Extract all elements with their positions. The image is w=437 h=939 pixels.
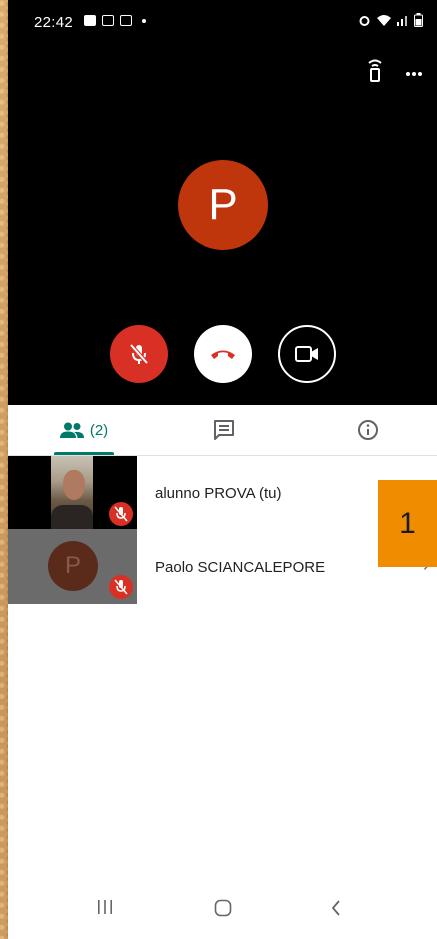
- status-notification-icons: [84, 15, 146, 26]
- dot-icon: [142, 18, 146, 23]
- participant-avatar: P: [48, 541, 98, 591]
- recent-apps-icon[interactable]: [96, 899, 114, 915]
- call-top-actions: [367, 58, 423, 87]
- hang-up-button[interactable]: [194, 325, 252, 383]
- mute-mic-button[interactable]: [110, 325, 168, 383]
- mic-off-icon: [129, 343, 149, 365]
- battery-icon: [414, 13, 423, 27]
- phone-hangup-icon: [211, 350, 235, 359]
- status-bar: 22:42: [8, 0, 437, 46]
- status-time: 22:42: [34, 14, 74, 31]
- home-icon[interactable]: [214, 899, 232, 917]
- caller-avatar: P: [178, 160, 268, 250]
- back-icon[interactable]: [330, 899, 342, 917]
- phone-screen: 22:42 P (2) alunno PROVA (tu) P Paolo SC…: [8, 0, 437, 939]
- participant-name: Paolo SCIANCALEPORE: [155, 559, 326, 576]
- info-icon: [358, 420, 378, 440]
- overlay-number-badge: 1: [378, 480, 437, 567]
- chat-icon: [214, 420, 234, 440]
- participant-video-thumbnail: [8, 456, 137, 529]
- mail-icon: [102, 15, 114, 26]
- self-video: [51, 456, 93, 529]
- call-area: 22:42 P: [8, 0, 437, 405]
- list-item[interactable]: alunno PROVA (tu): [8, 456, 437, 529]
- cast-icon[interactable]: [367, 58, 383, 87]
- people-icon: [59, 422, 84, 438]
- tab-chat[interactable]: [204, 405, 244, 455]
- tab-people[interactable]: (2): [54, 405, 114, 455]
- more-icon[interactable]: [405, 64, 423, 82]
- call-tabs: (2): [8, 405, 437, 456]
- videocam-icon: [295, 346, 318, 362]
- mic-off-icon: [109, 575, 133, 599]
- participant-name: alunno PROVA (tu): [155, 485, 282, 502]
- camera-button[interactable]: [278, 325, 336, 383]
- list-item[interactable]: P Paolo SCIANCALEPORE ›: [8, 529, 437, 604]
- people-count: (2): [89, 421, 109, 439]
- tab-info[interactable]: [348, 405, 388, 455]
- signal-icon: [397, 16, 407, 26]
- status-system-icons: [358, 13, 423, 27]
- participant-thumbnail: P: [8, 529, 137, 604]
- mic-off-icon: [109, 502, 133, 526]
- participant-list: alunno PROVA (tu) P Paolo SCIANCALEPORE …: [8, 456, 437, 604]
- image-icon: [84, 15, 96, 26]
- face-shape: [63, 470, 85, 500]
- shirt-shape: [51, 505, 93, 529]
- alarm-icon: [359, 15, 370, 26]
- system-nav-bar: [8, 885, 437, 939]
- wifi-icon: [377, 14, 391, 26]
- mail-icon: [120, 15, 132, 26]
